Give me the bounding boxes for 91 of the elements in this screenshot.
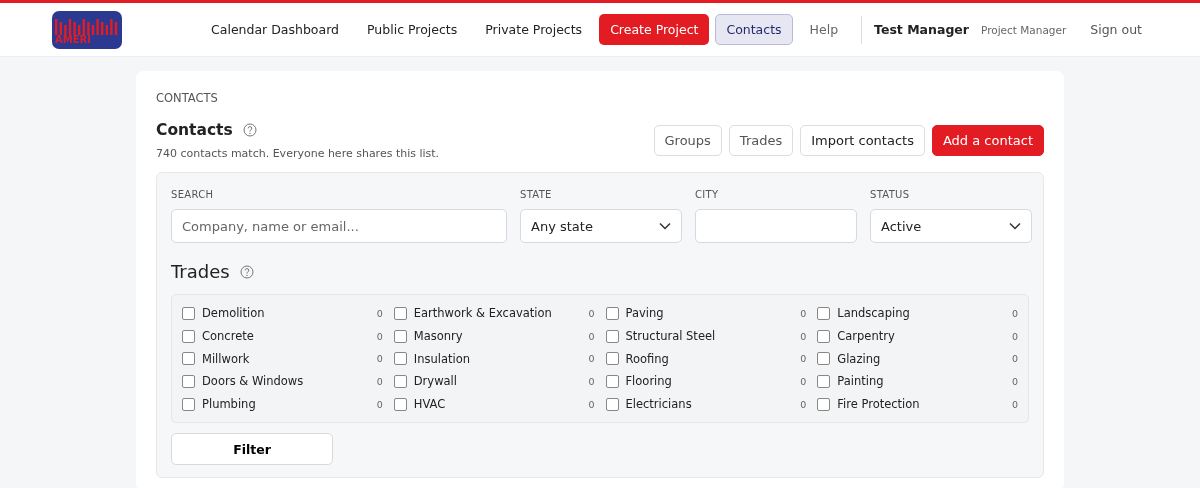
trade-count: 0: [1011, 353, 1018, 365]
trade-count: 0: [376, 375, 383, 387]
chevron-down-icon: [1009, 222, 1021, 230]
nav-link[interactable]: Create Project: [599, 14, 710, 45]
trade-count: 0: [588, 375, 595, 387]
trade-count: 0: [1011, 307, 1018, 319]
trade-count: 0: [588, 330, 595, 342]
checkbox[interactable]: [182, 306, 195, 320]
checkbox[interactable]: [182, 397, 195, 411]
checkbox[interactable]: [393, 397, 407, 411]
help-icon[interactable]: [239, 264, 254, 279]
checkbox[interactable]: [605, 374, 619, 388]
filter-button[interactable]: Filter: [171, 433, 333, 466]
trade-label: Millwork: [202, 351, 250, 366]
trade-count: 0: [376, 307, 383, 319]
trade-count: 0: [800, 307, 807, 319]
trade-count: 0: [1011, 375, 1018, 387]
nav-link[interactable]: Private Projects: [474, 14, 594, 45]
user-role: Project Manager: [981, 23, 1067, 36]
field-label: SEARCH: [171, 189, 215, 200]
checkbox[interactable]: [182, 329, 195, 343]
trade-label: Structural Steel: [625, 329, 716, 344]
logo-text: AMERI: [54, 34, 92, 47]
breadcrumb: CONTACTS: [156, 91, 219, 105]
field-label: STATE: [520, 189, 553, 200]
trade-label: Doors & Windows: [202, 374, 304, 389]
checkbox[interactable]: [393, 306, 407, 320]
trade-label: Electricians: [625, 397, 692, 412]
trade-count: 0: [588, 307, 595, 319]
checkbox[interactable]: [817, 397, 831, 411]
trade-label: Carpentry: [837, 329, 895, 344]
trade-count: 0: [588, 353, 595, 365]
checkbox[interactable]: [393, 329, 407, 343]
checkbox[interactable]: [817, 352, 831, 366]
checkbox[interactable]: [605, 306, 619, 320]
sign-out-link[interactable]: Sign out: [1084, 16, 1148, 43]
checkbox[interactable]: [605, 352, 619, 366]
trade-count: 0: [800, 375, 807, 387]
checkbox[interactable]: [817, 329, 831, 343]
field-label: CITY: [695, 189, 720, 200]
trade-count: 0: [376, 353, 383, 365]
checkbox[interactable]: [605, 397, 619, 411]
nav-link[interactable]: Public Projects: [356, 14, 469, 45]
trade-count: 0: [800, 330, 807, 342]
field-label: STATUS: [870, 189, 911, 200]
checkbox[interactable]: [817, 374, 831, 388]
page-title: Contacts: [156, 121, 233, 139]
trade-label: Concrete: [202, 329, 254, 344]
trade-label: Insulation: [413, 351, 470, 366]
checkbox[interactable]: [182, 352, 195, 366]
trade-label: Drywall: [413, 374, 457, 389]
checkbox[interactable]: [393, 374, 407, 388]
action-button[interactable]: Add a contact: [931, 125, 1044, 156]
trade-count: 0: [376, 398, 383, 410]
nav-link[interactable]: Help: [798, 14, 850, 45]
trade-count: 0: [800, 398, 807, 410]
trade-count: 0: [1011, 330, 1018, 342]
checkbox[interactable]: [817, 306, 831, 320]
action-button[interactable]: Groups: [653, 125, 722, 156]
action-button[interactable]: Trades: [728, 125, 794, 156]
help-icon[interactable]: [242, 123, 257, 137]
trade-label: Glazing: [837, 351, 881, 366]
search-field[interactable]: Company, name or email...: [171, 209, 507, 243]
trade-label: Paving: [625, 306, 664, 321]
trade-label: Earthwork & Excavation: [413, 306, 552, 321]
state-select[interactable]: Any state: [520, 209, 682, 243]
trade-label: Fire Protection: [837, 397, 920, 412]
checkbox[interactable]: [182, 374, 195, 388]
checkbox[interactable]: [393, 352, 407, 366]
trade-label: Painting: [837, 374, 884, 389]
status-select[interactable]: Active: [870, 209, 1032, 243]
trades-heading: Trades: [171, 261, 230, 282]
trade-count: 0: [588, 398, 595, 410]
checkbox[interactable]: [605, 329, 619, 343]
subtitle: 740 contacts match. Everyone here shares this list.: [156, 147, 440, 160]
action-button[interactable]: Import contacts: [800, 125, 925, 156]
trade-count: 0: [376, 330, 383, 342]
user-name: Test Manager: [874, 22, 969, 37]
trade-label: HVAC: [413, 397, 446, 412]
trade-label: Flooring: [625, 374, 672, 389]
trade-label: Masonry: [413, 329, 463, 344]
nav-link[interactable]: Contacts: [715, 14, 793, 45]
trade-label: Demolition: [202, 306, 265, 321]
trade-label: Landscaping: [837, 306, 910, 321]
trade-count: 0: [1011, 398, 1018, 410]
trade-label: Roofing: [625, 351, 669, 366]
city-field[interactable]: [695, 209, 857, 243]
nav-link[interactable]: Calendar Dashboard: [200, 14, 351, 45]
trade-label: Plumbing: [202, 397, 256, 412]
chevron-down-icon: [659, 222, 671, 230]
trade-count: 0: [800, 353, 807, 365]
